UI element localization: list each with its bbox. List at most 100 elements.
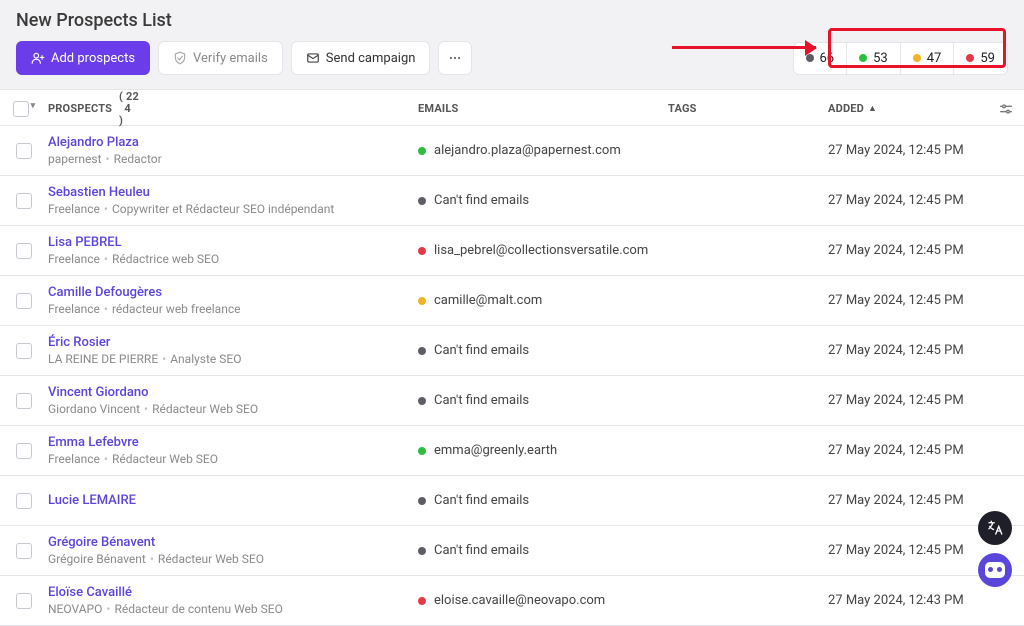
table-row: Lisa PEBREL Freelance•Rédactrice web SEO l… bbox=[0, 226, 1024, 276]
email-text: lisa_pebrel@collectionsversatile.com bbox=[434, 243, 648, 258]
email-cell: Can't find emails bbox=[418, 493, 668, 508]
email-text: alejandro.plaza@papernest.com bbox=[434, 143, 621, 158]
status-dot-icon bbox=[418, 297, 426, 305]
prospect-subtitle: LA REINE DE PIERRE•Analyste SEO bbox=[48, 352, 418, 366]
col-prospects[interactable]: PROSPECTS ( 224 ) bbox=[48, 90, 418, 127]
status-dot-icon bbox=[418, 597, 426, 605]
table-row: Eloïse Cavaillé NEOVAPO•Rédacteur de cont… bbox=[0, 576, 1024, 626]
status-dot-icon bbox=[418, 497, 426, 505]
added-date: 27 May 2024, 12:45 PM bbox=[828, 493, 984, 508]
prospect-subtitle: Grégoire Bénavent•Rédacteur Web SEO bbox=[48, 552, 418, 566]
email-cell: camille@malt.com bbox=[418, 293, 668, 308]
email-cell: lisa_pebrel@collectionsversatile.com bbox=[418, 243, 668, 258]
email-text: camille@malt.com bbox=[434, 293, 542, 308]
prospect-name-link[interactable]: Lisa PEBREL bbox=[48, 235, 418, 250]
send-campaign-label: Send campaign bbox=[326, 51, 416, 66]
add-prospects-label: Add prospects bbox=[51, 51, 135, 66]
status-dark-count: 66 bbox=[820, 51, 835, 66]
translate-icon bbox=[986, 519, 1004, 537]
prospect-name-link[interactable]: Grégoire Bénavent bbox=[48, 535, 418, 550]
status-summary: 66 53 47 59 bbox=[793, 42, 1009, 75]
table-row: Grégoire Bénavent Grégoire Bénavent•Rédac… bbox=[0, 526, 1024, 576]
prospects-table: ▾ PROSPECTS ( 224 ) EMAILS TAGS ADDED ▲ … bbox=[0, 89, 1024, 626]
status-red-count: 59 bbox=[980, 51, 995, 66]
prospect-name-link[interactable]: Alejandro Plaza bbox=[48, 135, 418, 150]
send-campaign-button[interactable]: Send campaign bbox=[291, 41, 431, 75]
status-dot-icon bbox=[418, 347, 426, 355]
dot-yellow-icon bbox=[913, 54, 921, 62]
prospect-subtitle: papernest•Redactor bbox=[48, 152, 418, 166]
chatbot-button[interactable] bbox=[978, 553, 1012, 587]
status-green[interactable]: 53 bbox=[846, 43, 900, 74]
prospect-name-link[interactable]: Éric Rosier bbox=[48, 335, 418, 350]
sort-asc-icon: ▲ bbox=[868, 103, 877, 114]
email-cell: Can't find emails bbox=[418, 343, 668, 358]
col-emails[interactable]: EMAILS bbox=[418, 102, 668, 115]
prospect-subtitle: Freelance•Rédactrice web SEO bbox=[48, 252, 418, 266]
table-row: Alejandro Plaza papernest•Redactor alejand… bbox=[0, 126, 1024, 176]
status-green-count: 53 bbox=[873, 51, 888, 66]
status-yellow-count: 47 bbox=[927, 51, 942, 66]
envelope-icon bbox=[306, 51, 320, 65]
select-all-checkbox[interactable] bbox=[13, 101, 29, 117]
bot-icon bbox=[985, 562, 1005, 578]
prospect-name-link[interactable]: Emma Lefebvre bbox=[48, 435, 418, 450]
status-dark[interactable]: 66 bbox=[794, 43, 847, 74]
row-checkbox[interactable] bbox=[16, 543, 32, 559]
add-prospects-button[interactable]: Add prospects bbox=[16, 41, 150, 75]
status-yellow[interactable]: 47 bbox=[900, 43, 954, 74]
email-missing: Can't find emails bbox=[434, 493, 529, 508]
email-cell: emma@greenly.earth bbox=[418, 443, 668, 458]
status-dot-icon bbox=[418, 447, 426, 455]
prospect-name-link[interactable]: Vincent Giordano bbox=[48, 385, 418, 400]
prospect-subtitle: Freelance•Rédacteur Web SEO bbox=[48, 452, 418, 466]
row-checkbox[interactable] bbox=[16, 243, 32, 259]
email-missing: Can't find emails bbox=[434, 393, 529, 408]
col-added-label: ADDED bbox=[828, 102, 864, 115]
added-date: 27 May 2024, 12:45 PM bbox=[828, 143, 984, 158]
email-text: emma@greenly.earth bbox=[434, 443, 557, 458]
prospect-subtitle: Giordano Vincent•Rédacteur Web SEO bbox=[48, 402, 418, 416]
row-checkbox[interactable] bbox=[16, 443, 32, 459]
toolbar: Add prospects Verify emails Send campaig… bbox=[0, 31, 1024, 89]
prospect-subtitle: NEOVAPO•Rédacteur de contenu Web SEO bbox=[48, 602, 418, 616]
status-red[interactable]: 59 bbox=[953, 43, 1007, 74]
email-cell: alejandro.plaza@papernest.com bbox=[418, 143, 668, 158]
col-tags[interactable]: TAGS bbox=[668, 102, 828, 115]
prospect-subtitle: Freelance•Copywriter et Rédacteur SEO in… bbox=[48, 202, 418, 216]
row-checkbox[interactable] bbox=[16, 193, 32, 209]
row-checkbox[interactable] bbox=[16, 343, 32, 359]
status-dot-icon bbox=[418, 547, 426, 555]
prospect-name-link[interactable]: Camille Defougères bbox=[48, 285, 418, 300]
email-text: eloise.cavaille@neovapo.com bbox=[434, 593, 605, 608]
status-dot-icon bbox=[418, 247, 426, 255]
row-checkbox[interactable] bbox=[16, 593, 32, 609]
email-missing: Can't find emails bbox=[434, 343, 529, 358]
more-actions-button[interactable] bbox=[438, 41, 472, 75]
prospect-name-link[interactable]: Lucie LEMAIRE bbox=[48, 493, 418, 508]
table-row: Vincent Giordano Giordano Vincent•Rédacte… bbox=[0, 376, 1024, 426]
verify-emails-button[interactable]: Verify emails bbox=[158, 41, 283, 75]
prospects-count: ( 224 ) bbox=[116, 90, 139, 127]
prospect-name-link[interactable]: Sebastien Heuleu bbox=[48, 185, 418, 200]
table-row: Camille DefougèresFreelance•rédacteur we… bbox=[0, 276, 1024, 326]
prospect-name-link[interactable]: Eloïse Cavaillé bbox=[48, 585, 418, 600]
translate-button[interactable] bbox=[978, 511, 1012, 545]
dot-dark-icon bbox=[806, 54, 814, 62]
added-date: 27 May 2024, 12:43 PM bbox=[828, 593, 984, 608]
row-checkbox[interactable] bbox=[16, 393, 32, 409]
settings-columns-button[interactable] bbox=[998, 101, 1014, 117]
chevron-down-icon[interactable]: ▾ bbox=[31, 101, 36, 117]
page-title: New Prospects List bbox=[0, 0, 1024, 31]
email-missing: Can't find emails bbox=[434, 193, 529, 208]
verify-emails-label: Verify emails bbox=[193, 51, 268, 66]
added-date: 27 May 2024, 12:45 PM bbox=[828, 193, 984, 208]
added-date: 27 May 2024, 12:45 PM bbox=[828, 243, 984, 258]
added-date: 27 May 2024, 12:45 PM bbox=[828, 443, 984, 458]
row-checkbox[interactable] bbox=[16, 293, 32, 309]
col-added[interactable]: ADDED ▲ bbox=[828, 102, 984, 115]
user-plus-icon bbox=[31, 51, 45, 65]
added-date: 27 May 2024, 12:45 PM bbox=[828, 343, 984, 358]
row-checkbox[interactable] bbox=[16, 143, 32, 159]
row-checkbox[interactable] bbox=[16, 493, 32, 509]
